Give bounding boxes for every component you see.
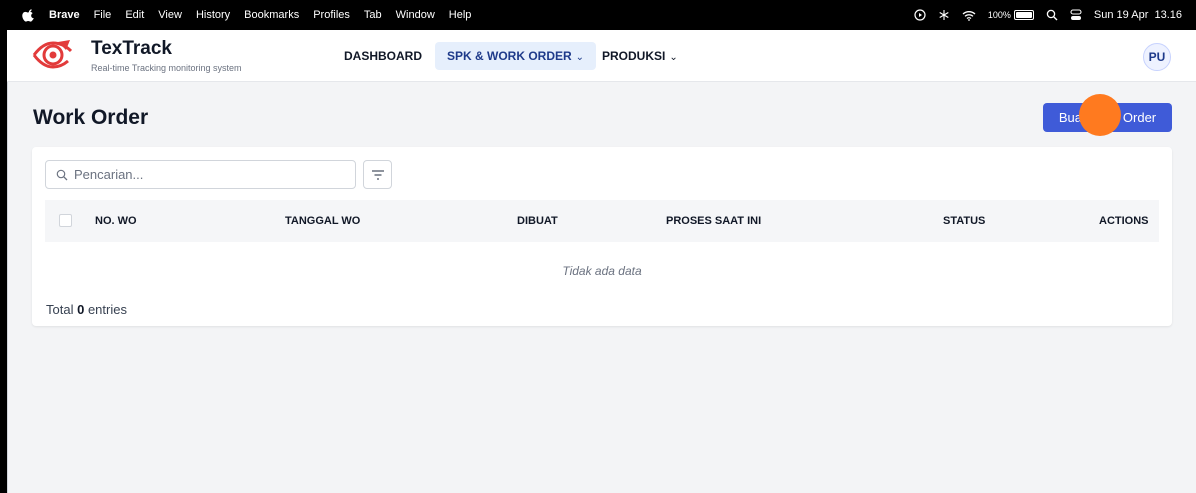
click-indicator (1079, 94, 1121, 136)
nav-spk-work-order-label: SPK & WORK ORDER (447, 49, 572, 63)
apple-logo-icon[interactable] (22, 8, 36, 22)
total-prefix: Total (46, 302, 74, 317)
chevron-down-icon: ⌄ (669, 52, 678, 63)
column-header-proses-saat-ini[interactable]: PROSES SAAT INI (666, 200, 761, 242)
table-header: NO. WO TANGGAL WO DIBUAT PROSES SAAT INI… (45, 200, 1159, 242)
nav-spk-work-order[interactable]: SPK & WORK ORDER ⌄ (435, 42, 597, 70)
nav-dashboard[interactable]: DASHBOARD (332, 42, 434, 70)
nav-produksi-label: PRODUKSI (602, 49, 666, 63)
column-header-no-wo[interactable]: NO. WO (95, 200, 137, 242)
brand-tagline: Real-time Tracking monitoring system (91, 63, 242, 73)
window-edge (7, 30, 8, 493)
battery-indicator[interactable]: 100% (988, 10, 1034, 20)
column-header-tanggal-wo[interactable]: TANGGAL WO (285, 200, 360, 242)
menu-app-name[interactable]: Brave (49, 9, 80, 21)
menu-tab[interactable]: Tab (364, 9, 382, 21)
play-circle-icon[interactable] (914, 9, 926, 21)
user-avatar[interactable]: PU (1143, 43, 1171, 71)
spotlight-search-icon[interactable] (1046, 9, 1058, 21)
select-all-checkbox[interactable] (59, 214, 72, 227)
top-navbar: TexTrack Real-time Tracking monitoring s… (7, 30, 1196, 82)
menu-profiles[interactable]: Profiles (313, 9, 350, 21)
snowflake-icon[interactable] (938, 9, 950, 21)
total-entries: Total 0 entries (46, 302, 127, 317)
filter-button[interactable] (363, 160, 392, 189)
menu-file[interactable]: File (94, 9, 112, 21)
browser-window: TexTrack Real-time Tracking monitoring s… (7, 30, 1196, 493)
menu-history[interactable]: History (196, 9, 230, 21)
column-header-dibuat[interactable]: DIBUAT (517, 200, 558, 242)
menu-clock[interactable]: Sun 19 Apr 13.16 (1094, 9, 1182, 21)
search-input[interactable] (74, 161, 344, 188)
battery-percent: 100% (987, 10, 1011, 20)
search-box[interactable] (45, 160, 356, 189)
menu-edit[interactable]: Edit (125, 9, 144, 21)
battery-icon (1013, 10, 1034, 20)
control-center-icon[interactable] (1070, 9, 1082, 21)
search-icon (56, 169, 68, 181)
nav-dashboard-label: DASHBOARD (344, 49, 422, 63)
menu-help[interactable]: Help (449, 9, 472, 21)
page-title: Work Order (33, 106, 149, 129)
menu-window[interactable]: Window (396, 9, 435, 21)
menu-bookmarks[interactable]: Bookmarks (244, 9, 299, 21)
textrack-logo-icon[interactable] (32, 38, 72, 72)
macos-menu-bar: Brave File Edit View History Bookmarks P… (0, 0, 1196, 30)
chevron-down-icon: ⌄ (575, 52, 585, 63)
wifi-icon[interactable] (962, 10, 976, 21)
column-header-actions[interactable]: ACTIONS (1099, 200, 1149, 242)
work-order-card: NO. WO TANGGAL WO DIBUAT PROSES SAAT INI… (32, 147, 1172, 326)
total-suffix: entries (87, 302, 127, 317)
brand-name[interactable]: TexTrack (91, 38, 172, 60)
column-header-status[interactable]: STATUS (943, 200, 985, 242)
nav-produksi[interactable]: PRODUKSI ⌄ (590, 42, 690, 70)
empty-state-text: Tidak ada data (562, 264, 642, 278)
total-count: 0 (77, 302, 85, 317)
filter-icon (371, 169, 384, 180)
menu-view[interactable]: View (158, 9, 182, 21)
